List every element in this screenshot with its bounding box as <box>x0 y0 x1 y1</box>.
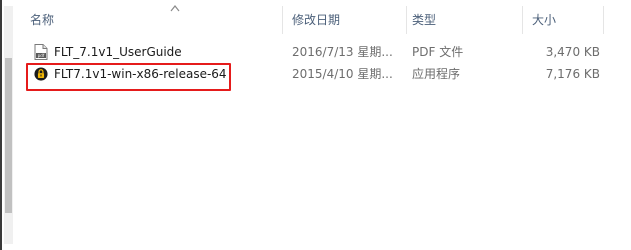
scrollbar-thumb[interactable] <box>5 58 12 213</box>
pdf-file-icon: pdf <box>34 44 48 60</box>
column-header-name[interactable]: 名称 <box>20 0 280 34</box>
file-modified: 2015/4/10 星期... <box>292 67 392 81</box>
column-header-type-label: 类型 <box>412 13 437 27</box>
window-edge <box>0 0 2 250</box>
file-name: FLT_7.1v1_UserGuide <box>54 45 182 59</box>
file-size: 3,470 KB <box>545 45 600 59</box>
file-modified: 2016/7/13 星期... <box>292 45 392 59</box>
svg-text:pdf: pdf <box>38 53 45 58</box>
column-header-size-label: 大小 <box>532 13 557 27</box>
column-divider[interactable] <box>603 6 604 34</box>
column-header-row: 名称 修改日期 类型 大小 <box>20 0 631 34</box>
file-type: 应用程序 <box>412 67 461 81</box>
sort-ascending-icon <box>170 5 180 12</box>
column-header-modified[interactable]: 修改日期 <box>282 0 406 34</box>
file-explorer-pane: 名称 修改日期 类型 大小 pdf FLT_7.1v1_UserGuide 20… <box>0 0 631 250</box>
column-header-type[interactable]: 类型 <box>402 0 522 34</box>
highlight-annotation-box <box>26 63 231 91</box>
vertical-scrollbar[interactable] <box>4 6 13 244</box>
file-size: 7,176 KB <box>545 67 600 81</box>
column-header-modified-label: 修改日期 <box>292 13 341 27</box>
file-type: PDF 文件 <box>412 45 464 59</box>
column-header-size[interactable]: 大小 <box>522 0 602 34</box>
column-header-name-label: 名称 <box>30 13 55 27</box>
file-row[interactable]: pdf FLT_7.1v1_UserGuide 2016/7/13 星期... … <box>20 41 631 63</box>
